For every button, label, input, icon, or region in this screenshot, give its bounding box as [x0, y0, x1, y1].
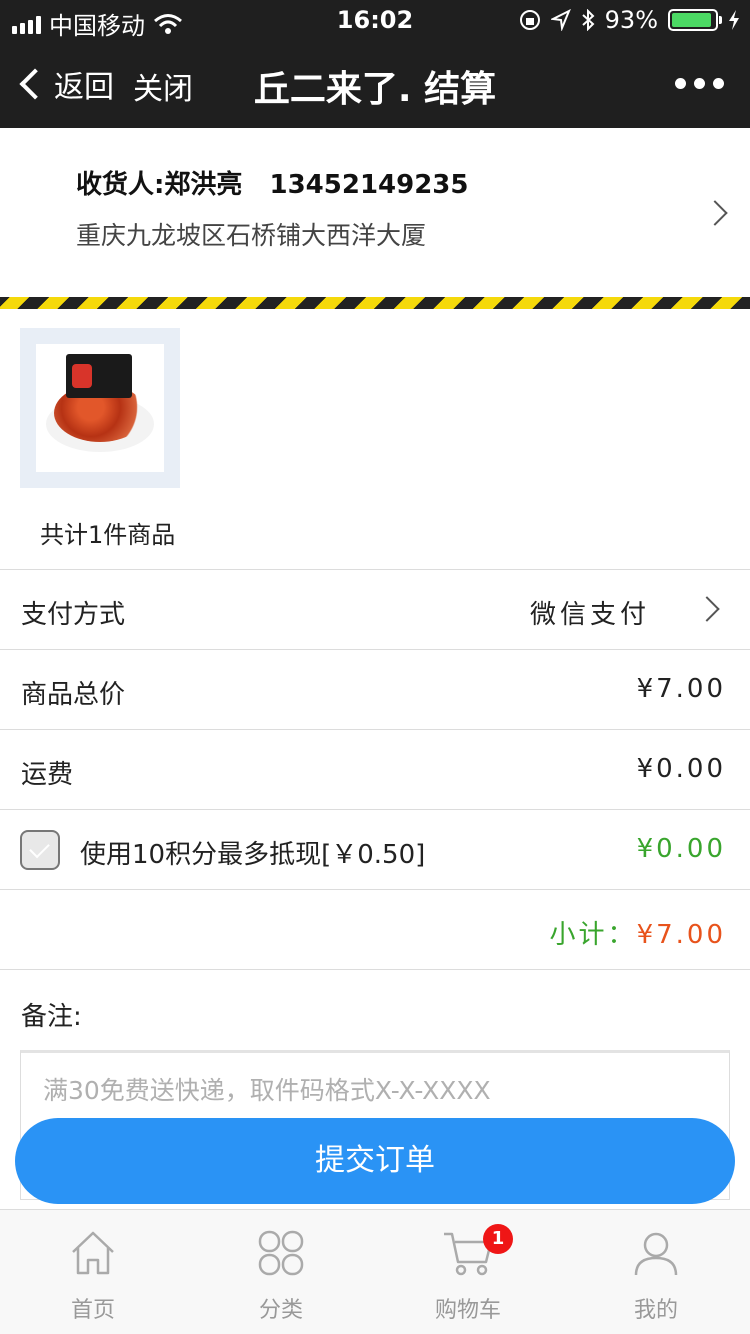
- chevron-right-icon: [694, 596, 720, 622]
- note-label: 备注:: [21, 1002, 82, 1032]
- bluetooth-icon: [581, 9, 595, 31]
- points-row: 使用10积分最多抵现[￥0.50] ¥0.00: [0, 809, 750, 889]
- tab-bar: 首页 分类 1 购物车 我的: [0, 1209, 750, 1334]
- subtotal-value: ¥7.00: [636, 920, 726, 950]
- tab-mine-label: 我的: [633, 1298, 678, 1323]
- orientation-lock-icon: [519, 10, 540, 30]
- product-section: 共计1件商品: [0, 309, 750, 569]
- product-thumbnail[interactable]: [20, 328, 180, 488]
- subtotal-row: 小计：¥7.00: [0, 889, 750, 969]
- battery-percent: 93%: [604, 6, 658, 34]
- nav-bar: 返回 关闭 丘二来了. 结算: [0, 40, 750, 128]
- page-title: 丘二来了. 结算: [253, 69, 497, 110]
- total-label: 商品总价: [21, 680, 126, 710]
- category-icon: [258, 1230, 304, 1276]
- total-price-row: 商品总价 ¥7.00: [0, 649, 750, 729]
- submit-order-button[interactable]: 提交订单: [15, 1118, 735, 1204]
- address-line: 重庆九龙坡区石桥铺大西洋大厦: [76, 221, 427, 250]
- receiver-label: 收货人:: [76, 170, 165, 200]
- tab-mine[interactable]: 我的: [581, 1210, 731, 1334]
- chevron-right-icon: [702, 200, 728, 226]
- subtotal-label: 小计：: [549, 920, 637, 950]
- tab-home[interactable]: 首页: [18, 1210, 168, 1334]
- subtotal: 小计：¥7.00: [550, 914, 726, 951]
- tab-cart-label: 购物车: [434, 1298, 501, 1323]
- address-stripe-divider: [0, 297, 750, 309]
- points-checkbox[interactable]: [20, 830, 60, 870]
- tab-home-label: 首页: [70, 1298, 115, 1323]
- receiver-info: 收货人:郑洪亮 13452149235: [76, 164, 468, 201]
- payment-label: 支付方式: [21, 600, 126, 630]
- tab-category[interactable]: 分类: [206, 1210, 356, 1334]
- points-value: ¥0.00: [636, 834, 726, 864]
- tab-cart[interactable]: 1 购物车: [393, 1210, 543, 1334]
- cart-badge: 1: [483, 1224, 513, 1254]
- tab-category-label: 分类: [258, 1298, 303, 1323]
- charging-icon: [729, 10, 739, 30]
- more-icon[interactable]: [675, 78, 724, 89]
- receiver-phone: 13452149235: [269, 170, 469, 200]
- home-icon: [72, 1231, 114, 1275]
- user-icon: [634, 1232, 678, 1276]
- payment-method-row[interactable]: 支付方式 微信支付: [0, 569, 750, 649]
- shipping-row: 运费 ¥0.00: [0, 729, 750, 809]
- total-value: ¥7.00: [636, 674, 726, 704]
- points-label: 使用10积分最多抵现[￥0.50]: [80, 840, 426, 870]
- shipping-label: 运费: [21, 760, 74, 790]
- address-card[interactable]: 收货人:郑洪亮 13452149235 重庆九龙坡区石桥铺大西洋大厦: [0, 128, 750, 298]
- location-icon: [550, 9, 571, 31]
- status-right: 93%: [519, 6, 740, 34]
- battery-icon: [668, 9, 722, 31]
- payment-value: 微信支付: [529, 600, 650, 630]
- shipping-value: ¥0.00: [636, 754, 726, 784]
- item-count: 共计1件商品: [40, 521, 176, 549]
- status-bar: 中国移动 16:02 93%: [0, 0, 750, 40]
- receiver-name: 郑洪亮: [164, 170, 243, 200]
